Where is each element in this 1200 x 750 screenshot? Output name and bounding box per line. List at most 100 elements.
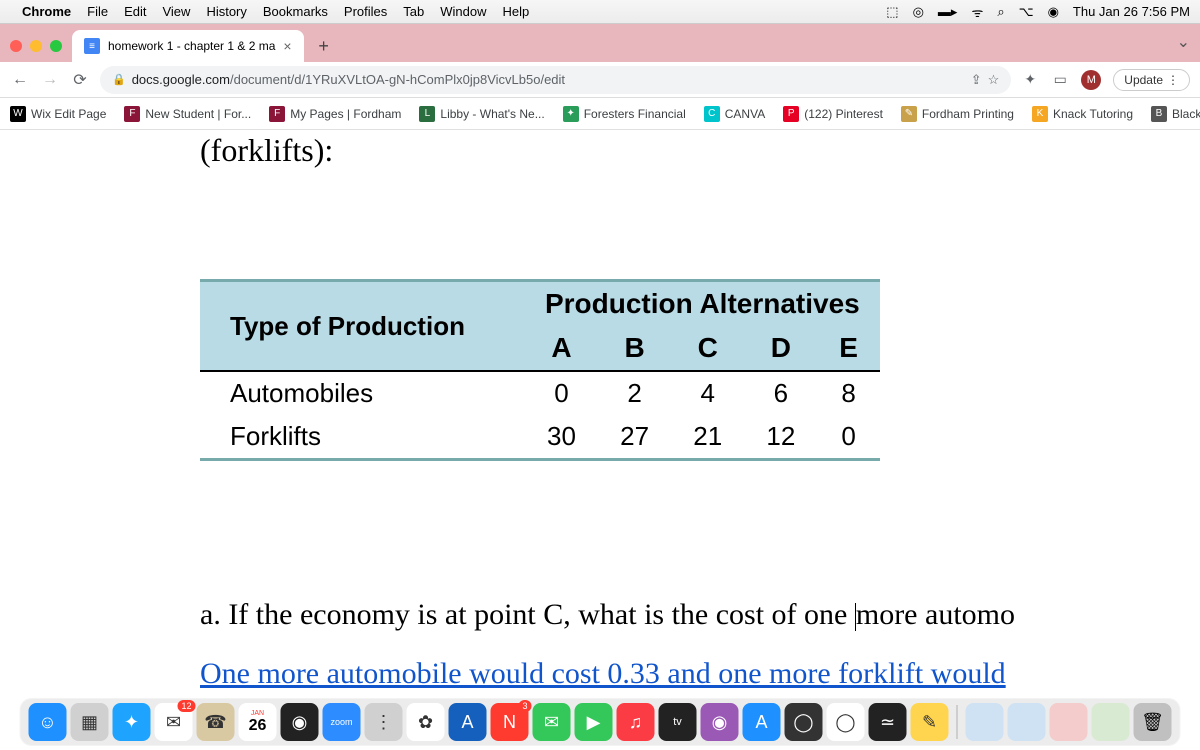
- table-superheader: Production Alternatives: [525, 281, 880, 327]
- url-host: docs.google.com: [132, 72, 230, 87]
- dock-podcasts-icon[interactable]: ◉: [701, 703, 739, 741]
- dock-photos-icon[interactable]: ✿: [407, 703, 445, 741]
- dock-chrome-icon[interactable]: ◯: [827, 703, 865, 741]
- table-cell: 30: [525, 415, 598, 460]
- search-icon[interactable]: ⌕: [997, 4, 1004, 20]
- dock-file2-icon[interactable]: [1050, 703, 1088, 741]
- production-table: Type of Production Production Alternativ…: [200, 279, 880, 461]
- new-tab-button[interactable]: +: [310, 32, 338, 60]
- row-header: Automobiles: [200, 371, 525, 415]
- wifi-icon[interactable]: ᯤ: [971, 3, 983, 21]
- forward-button[interactable]: →: [40, 71, 60, 89]
- share-icon[interactable]: ⇪: [971, 72, 982, 88]
- row-header: Forklifts: [200, 415, 525, 460]
- dock-music-icon[interactable]: ♫: [617, 703, 655, 741]
- browser-tab[interactable]: ≡ homework 1 - chapter 1 & 2 ma ×: [72, 30, 304, 62]
- menu-edit[interactable]: Edit: [124, 4, 146, 19]
- table-cell: 2: [598, 371, 671, 415]
- battery-icon[interactable]: ▬▸: [938, 4, 958, 20]
- menubar-clock[interactable]: Thu Jan 26 7:56 PM: [1073, 4, 1190, 19]
- dock-news-icon[interactable]: N3: [491, 703, 529, 741]
- close-window-icon[interactable]: [10, 40, 22, 52]
- dock-file3-icon[interactable]: [1092, 703, 1130, 741]
- table-cell: 6: [744, 371, 817, 415]
- airplay-icon[interactable]: ◎: [913, 4, 924, 20]
- lock-icon: 🔒: [112, 73, 126, 86]
- menu-tab[interactable]: Tab: [403, 4, 424, 19]
- col-header: E: [817, 326, 879, 371]
- bookmark-fordham-printing[interactable]: ✎Fordham Printing: [901, 106, 1014, 122]
- dock-calendar-icon[interactable]: JAN26: [239, 703, 277, 741]
- col-header: D: [744, 326, 817, 371]
- mac-dock: ☺▦✦✉12☎JAN26◉zoom⋮✿AN3✉▶♫tv◉A◯◯≃✎🗑: [20, 698, 1181, 746]
- badge: 3: [518, 700, 531, 712]
- bookmark-new-student[interactable]: FNew Student | For...: [124, 106, 251, 122]
- dock-docx-icon[interactable]: [966, 703, 1004, 741]
- star-icon[interactable]: ☆: [988, 72, 1000, 88]
- dock-creative-icon[interactable]: ◯: [785, 703, 823, 741]
- reload-button[interactable]: ⟳: [70, 70, 90, 90]
- question-text: a. If the economy is at point C, what is…: [200, 591, 1200, 639]
- dock-file1-icon[interactable]: [1008, 703, 1046, 741]
- dock-separator: [957, 705, 958, 739]
- dock-appstore-icon[interactable]: A: [743, 703, 781, 741]
- menu-view[interactable]: View: [162, 4, 190, 19]
- address-bar[interactable]: 🔒 docs.google.com/document/d/1YRuXVLtOA-…: [100, 66, 1011, 94]
- chrome-tab-strip: ≡ homework 1 - chapter 1 & 2 ma × + ⌄: [0, 24, 1200, 62]
- control-center-icon[interactable]: ⌥: [1019, 4, 1034, 20]
- dock-menu-icon[interactable]: ⋮: [365, 703, 403, 741]
- update-button[interactable]: Update⋮: [1113, 69, 1190, 91]
- reading-list-icon[interactable]: ▭: [1051, 71, 1069, 89]
- menu-app[interactable]: Chrome: [22, 4, 71, 19]
- screenshare-icon[interactable]: ⬚: [886, 4, 898, 20]
- table-cell: 27: [598, 415, 671, 460]
- dock-notes-icon[interactable]: ✎: [911, 703, 949, 741]
- bookmark-pinterest[interactable]: P(122) Pinterest: [783, 106, 883, 122]
- production-table-wrap: Type of Production Production Alternativ…: [200, 279, 1200, 461]
- bookmark-my-pages[interactable]: FMy Pages | Fordham: [269, 106, 401, 122]
- table-cell: 4: [671, 371, 744, 415]
- extensions-icon[interactable]: ✦: [1021, 71, 1039, 89]
- menu-window[interactable]: Window: [440, 4, 486, 19]
- answer-text[interactable]: One more automobile would cost 0.33 and …: [200, 657, 1200, 691]
- menu-bookmarks[interactable]: Bookmarks: [263, 4, 328, 19]
- maximize-window-icon[interactable]: [50, 40, 62, 52]
- bookmark-blackboard[interactable]: BBlackboard: [1151, 106, 1200, 122]
- dock-mail-icon[interactable]: ✉12: [155, 703, 193, 741]
- dock-trash-icon[interactable]: 🗑: [1134, 703, 1172, 741]
- dock-zoom-icon[interactable]: zoom: [323, 703, 361, 741]
- document-body[interactable]: (forklifts): Type of Production Producti…: [0, 130, 1200, 702]
- bookmark-libby[interactable]: LLibby - What's Ne...: [419, 106, 544, 122]
- dock-tv-icon[interactable]: tv: [659, 703, 697, 741]
- bookmark-knack[interactable]: KKnack Tutoring: [1032, 106, 1133, 122]
- dock-finder-icon[interactable]: ☺: [29, 703, 67, 741]
- siri-icon[interactable]: ◉: [1048, 4, 1059, 20]
- minimize-window-icon[interactable]: [30, 40, 42, 52]
- table-corner-header: Type of Production: [200, 281, 525, 372]
- dock-facetime-icon[interactable]: ▶: [575, 703, 613, 741]
- dock-autodesk-icon[interactable]: A: [449, 703, 487, 741]
- col-header: B: [598, 326, 671, 371]
- profile-avatar[interactable]: M: [1081, 70, 1101, 90]
- dock-contacts-icon[interactable]: ☎: [197, 703, 235, 741]
- close-tab-icon[interactable]: ×: [283, 38, 291, 54]
- menu-help[interactable]: Help: [503, 4, 530, 19]
- table-cell: 0: [817, 415, 879, 460]
- table-cell: 0: [525, 371, 598, 415]
- dock-stocks-icon[interactable]: ≃: [869, 703, 907, 741]
- dock-safari-icon[interactable]: ✦: [113, 703, 151, 741]
- dock-launchpad-icon[interactable]: ▦: [71, 703, 109, 741]
- text-cursor: [855, 603, 856, 631]
- bookmark-foresters[interactable]: ✦Foresters Financial: [563, 106, 686, 122]
- dock-siri-icon[interactable]: ◉: [281, 703, 319, 741]
- docs-favicon-icon: ≡: [84, 38, 100, 54]
- menu-history[interactable]: History: [206, 4, 246, 19]
- section-heading: (forklifts):: [200, 132, 1200, 169]
- bookmark-wix[interactable]: WWix Edit Page: [10, 106, 106, 122]
- tab-dropdown-icon[interactable]: ⌄: [1177, 32, 1190, 52]
- menu-file[interactable]: File: [87, 4, 108, 19]
- dock-messages-icon[interactable]: ✉: [533, 703, 571, 741]
- back-button[interactable]: ←: [10, 71, 30, 89]
- menu-profiles[interactable]: Profiles: [344, 4, 387, 19]
- bookmark-canva[interactable]: CCANVA: [704, 106, 765, 122]
